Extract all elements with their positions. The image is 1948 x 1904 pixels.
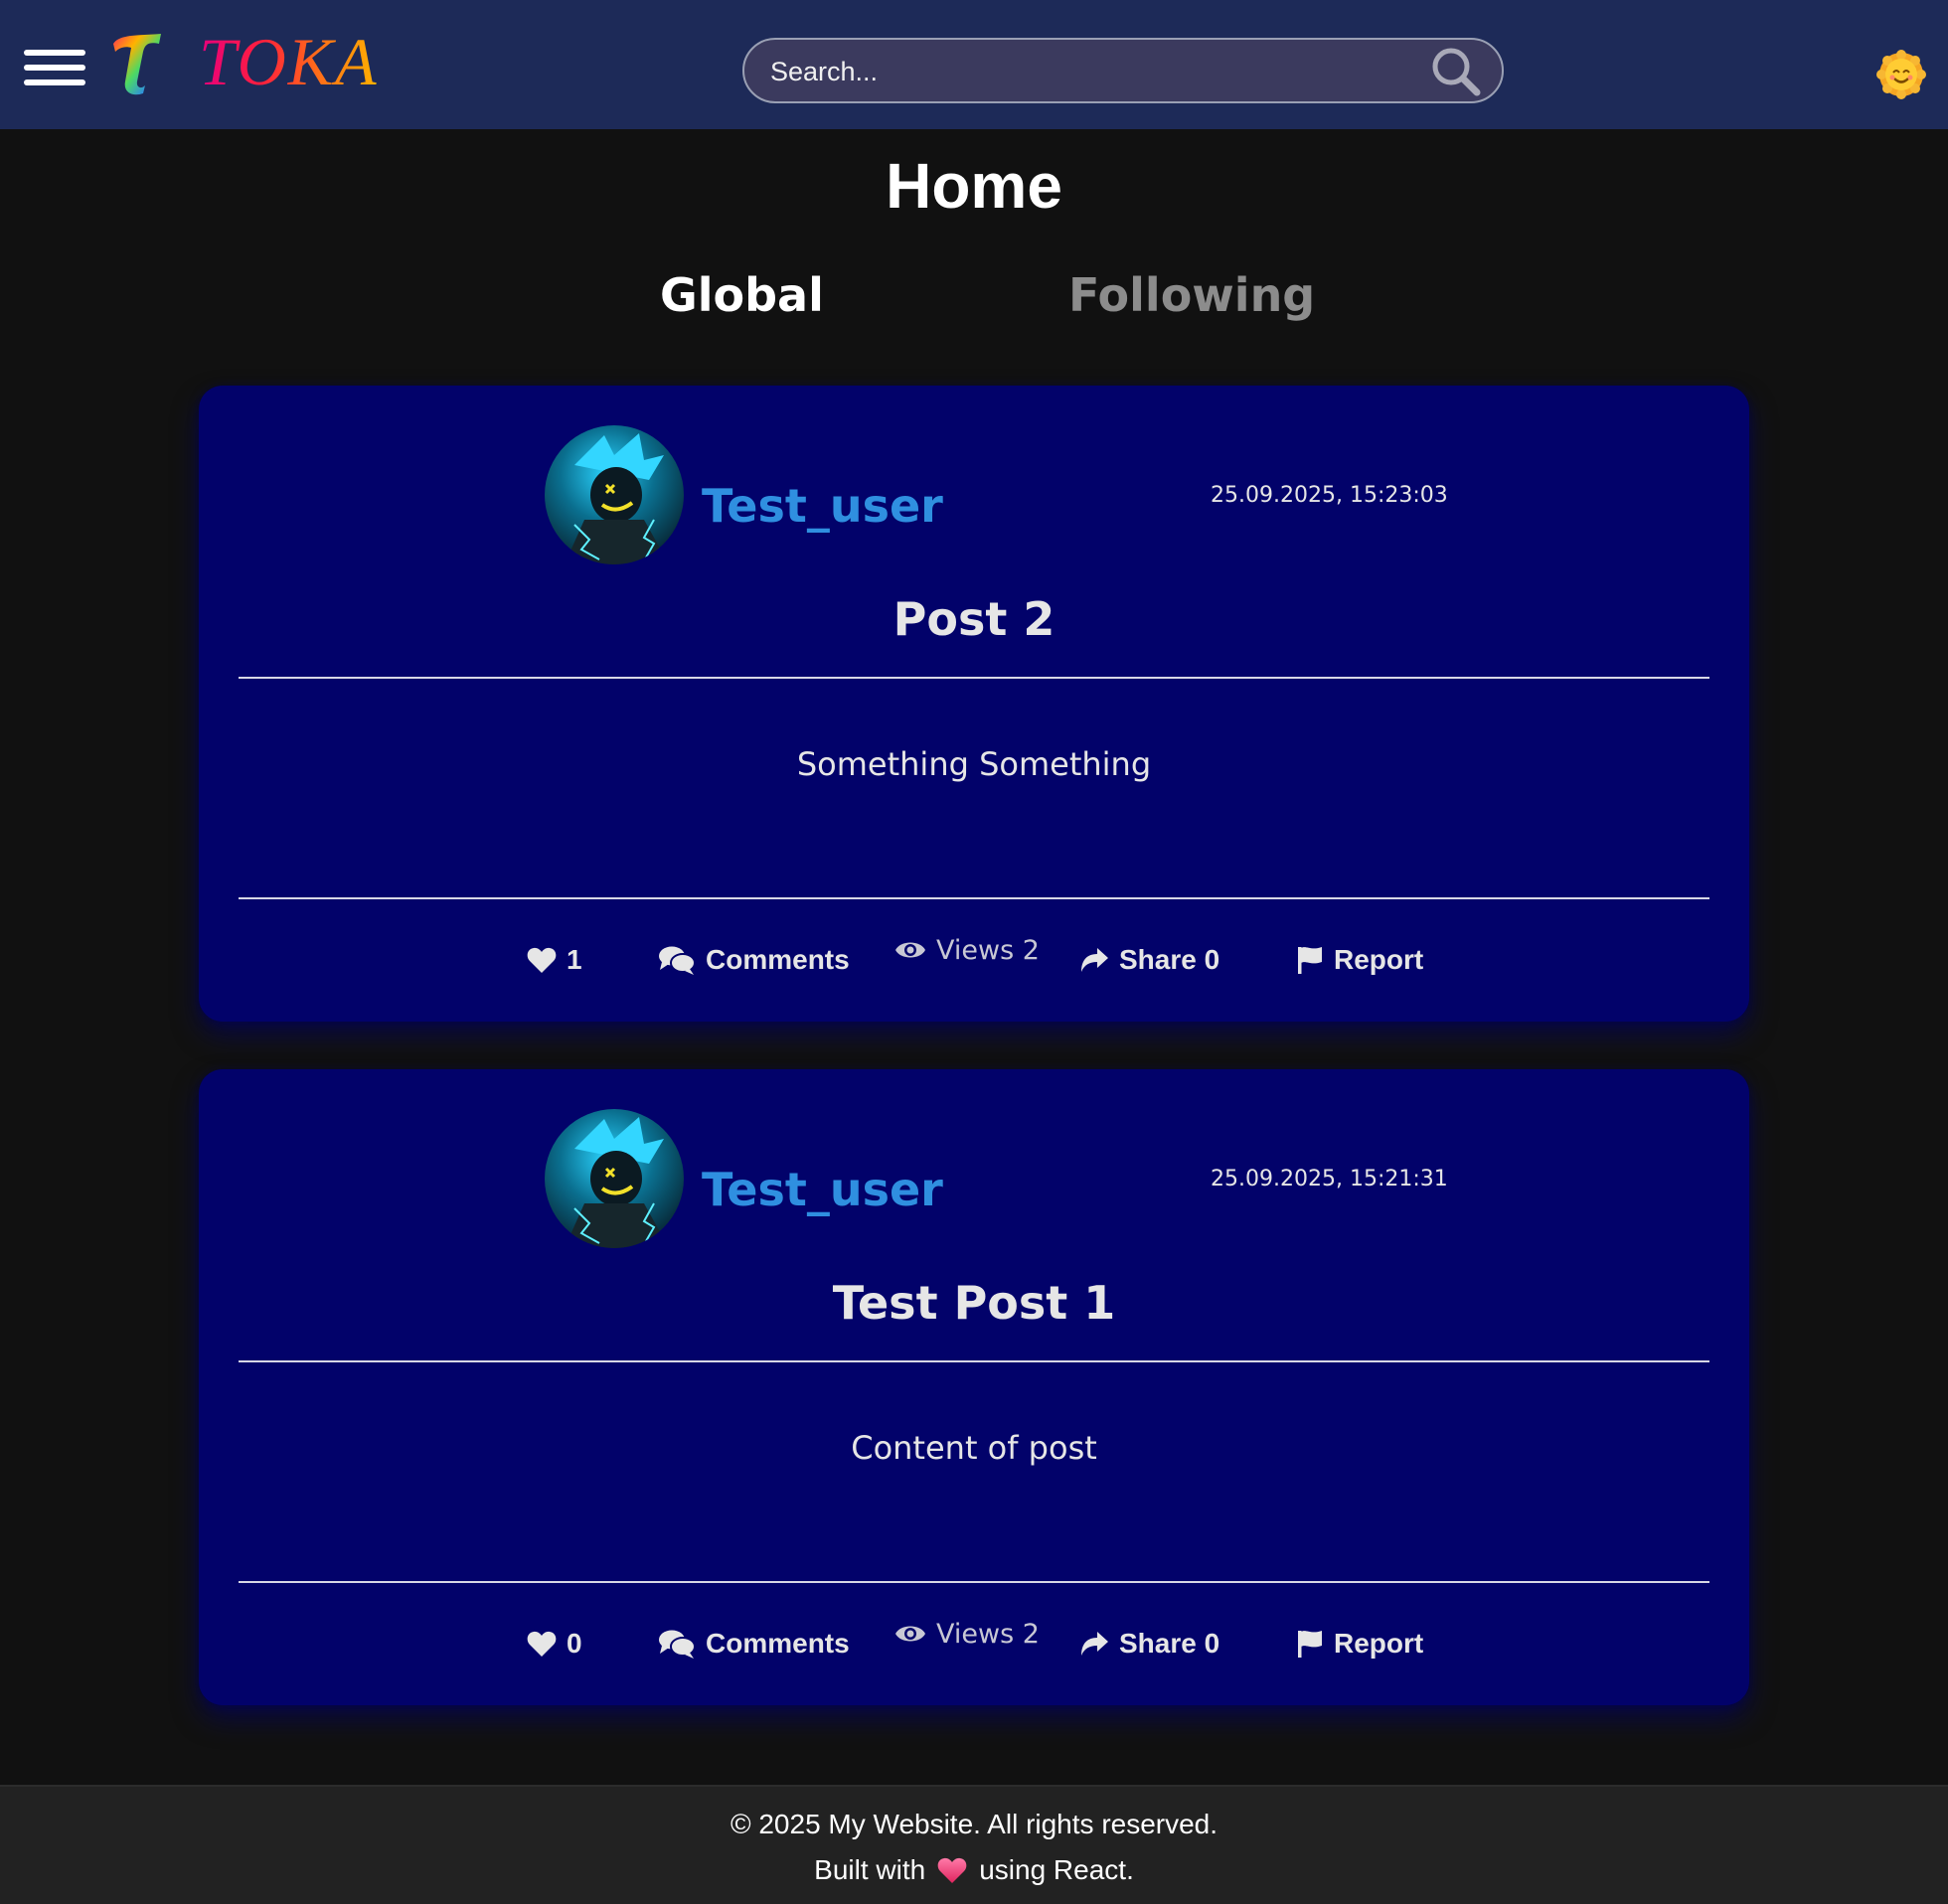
comments-icon [659, 1630, 696, 1659]
share-button[interactable]: Share 0 [1079, 1616, 1219, 1671]
avatar[interactable] [545, 425, 684, 564]
tab-following[interactable]: Following [1068, 268, 1315, 322]
username-link[interactable]: Test_user [702, 1163, 943, 1216]
report-label: Report [1334, 1628, 1424, 1659]
avatar[interactable] [545, 1109, 684, 1248]
footer-built-prefix: Built with [814, 1854, 926, 1885]
share-label: Share 0 [1119, 944, 1220, 975]
logo-wordmark[interactable]: TOKA [199, 22, 379, 101]
comments-label: Comments [706, 1628, 850, 1659]
eye-icon [895, 942, 925, 958]
footer: © 2025 My Website. All rights reserved. … [0, 1785, 1948, 1904]
theme-toggle-sun-icon[interactable] [1876, 50, 1926, 99]
like-count: 1 [567, 944, 582, 975]
footer-copyright: © 2025 My Website. All rights reserved. [730, 1809, 1218, 1839]
post-title: Test Post 1 [832, 1276, 1116, 1330]
like-button[interactable]: 1 [527, 932, 582, 988]
flag-icon [1298, 1631, 1322, 1658]
views-counter: Views 2 [894, 1606, 1040, 1662]
report-button[interactable]: Report [1296, 1616, 1423, 1671]
heart-icon [527, 947, 557, 973]
search-icon[interactable] [1430, 46, 1482, 97]
share-label: Share 0 [1119, 1628, 1220, 1659]
search-input[interactable] [768, 48, 1408, 95]
post-timestamp: 25.09.2025, 15:21:31 [1211, 1167, 1448, 1191]
post-title: Post 2 [893, 592, 1055, 646]
post-card: Test_user 25.09.2025, 15:21:31 Test Post… [199, 1069, 1749, 1705]
username-link[interactable]: Test_user [702, 479, 943, 533]
footer-built-with: Built with using React. [0, 1854, 1948, 1886]
heart-icon [937, 1857, 967, 1883]
divider [239, 897, 1709, 899]
post-timestamp: 25.09.2025, 15:23:03 [1211, 483, 1448, 508]
hamburger-menu-icon[interactable] [24, 50, 85, 85]
report-label: Report [1334, 944, 1424, 975]
logo-icon[interactable] [109, 30, 165, 95]
comments-icon [659, 946, 696, 975]
top-navbar: TOKA [0, 0, 1948, 129]
tab-global[interactable]: Global [660, 268, 824, 322]
views-label: Views 2 [936, 1618, 1040, 1650]
comments-button[interactable]: Comments [658, 1616, 850, 1671]
post-body: Content of post [851, 1429, 1097, 1467]
share-icon [1081, 1632, 1108, 1656]
page-title: Home [886, 150, 1062, 222]
divider [239, 1360, 1709, 1362]
eye-icon [895, 1626, 925, 1642]
share-icon [1081, 948, 1108, 972]
like-button[interactable]: 0 [527, 1616, 582, 1671]
footer-built-suffix: using React. [979, 1854, 1134, 1885]
comments-button[interactable]: Comments [658, 932, 850, 988]
like-count: 0 [567, 1628, 582, 1659]
heart-icon [527, 1631, 557, 1657]
share-button[interactable]: Share 0 [1079, 932, 1219, 988]
views-label: Views 2 [936, 934, 1040, 966]
views-counter: Views 2 [894, 922, 1040, 978]
post-body: Something Something [796, 745, 1152, 783]
post-card: Test_user 25.09.2025, 15:23:03 Post 2 So… [199, 386, 1749, 1022]
report-button[interactable]: Report [1296, 932, 1423, 988]
divider [239, 677, 1709, 679]
search-bar [742, 38, 1504, 103]
divider [239, 1581, 1709, 1583]
comments-label: Comments [706, 944, 850, 975]
flag-icon [1298, 947, 1322, 974]
